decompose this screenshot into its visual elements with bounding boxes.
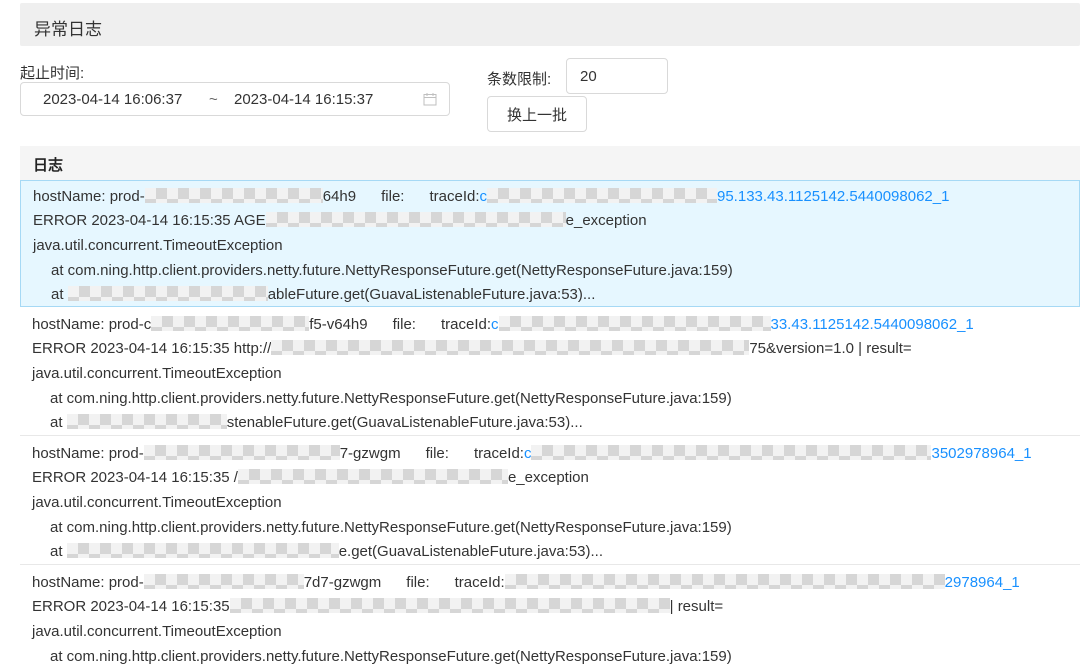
stack-suffix: stenableFuture.get(GuavaListenableFuture…	[226, 414, 583, 431]
redacted-block	[265, 212, 566, 227]
log-section-header: 日志	[20, 146, 1080, 180]
panel-title: 异常日志	[34, 20, 102, 39]
log-exception-line: java.util.concurrent.TimeoutException	[32, 365, 282, 382]
host-suffix: f5-v64h9	[309, 316, 368, 333]
log-entry[interactable]: hostName: prod- 7-gzwgm file: traceId:c 35…	[20, 438, 1080, 565]
log-error-line: ERROR 2023-04-14 16:15:35 http:// 75&vers…	[32, 340, 912, 358]
error-suffix: 75&version=1.0 | result=	[749, 340, 912, 357]
log-exception-line: java.util.concurrent.TimeoutException	[32, 494, 282, 511]
log-stack-line: at com.ning.http.client.providers.netty.…	[50, 648, 732, 665]
redacted-block	[66, 414, 227, 429]
redacted-block	[229, 598, 670, 613]
error-prefix: ERROR 2023-04-14 16:15:35 AGE	[33, 212, 266, 229]
file-label: file:	[425, 445, 449, 462]
redacted-block	[151, 316, 310, 331]
stack-suffix: e.get(GuavaListenableFuture.java:53)...	[338, 543, 604, 560]
file-label: file:	[406, 574, 430, 591]
log-section-title: 日志	[33, 157, 64, 174]
trace-label: traceId:	[440, 316, 491, 333]
log-host-line: hostName: prod- 7-gzwgm file: traceId:c 35…	[32, 445, 1032, 463]
log-stack-line: at ableFuture.get(GuavaListenableFuture.…	[51, 286, 595, 304]
redacted-block	[143, 445, 340, 460]
calendar-icon[interactable]	[423, 92, 437, 106]
host-suffix: 7d7-gzwgm	[303, 574, 382, 591]
trace-id-link[interactable]: c 3502978964_1	[524, 445, 1032, 462]
stack-prefix: at	[50, 414, 63, 431]
host-prefix: hostName: prod-c	[32, 316, 152, 333]
host-suffix: 64h9	[322, 188, 357, 205]
host-suffix: 7-gzwgm	[339, 445, 401, 462]
error-prefix: ERROR 2023-04-14 16:15:35 /	[32, 469, 238, 486]
error-suffix: e_exception	[507, 469, 589, 486]
redacted-block	[66, 543, 339, 558]
redacted-block	[67, 286, 268, 301]
log-stack-line: at com.ning.http.client.providers.netty.…	[50, 390, 732, 407]
file-label: file:	[381, 188, 405, 205]
trace-id-link[interactable]: c 33.43.1125142.5440098062_1	[491, 316, 974, 333]
log-list[interactable]: hostName: prod- 64h9 file: traceId:c 95.13…	[20, 180, 1080, 670]
log-stack-line: at com.ning.http.client.providers.netty.…	[50, 519, 732, 536]
log-error-line: ERROR 2023-04-14 16:15:35 | result=	[32, 598, 723, 616]
log-entry[interactable]: hostName: prod- 64h9 file: traceId:c 95.13…	[20, 180, 1080, 307]
redacted-block	[237, 469, 508, 484]
trace-id-link[interactable]: c 95.133.43.1125142.5440098062_1	[480, 188, 949, 205]
trace-label: traceId:	[454, 574, 505, 591]
date-range-picker[interactable]: 2023-04-14 16:06:37 ~ 2023-04-14 16:15:3…	[20, 82, 450, 116]
log-host-line: hostName: prod- 64h9 file: traceId:c 95.13…	[33, 188, 949, 206]
limit-label: 条数限制:	[487, 71, 552, 88]
log-error-line: ERROR 2023-04-14 16:15:35 / e_exception	[32, 469, 589, 487]
redacted-block	[271, 340, 750, 355]
log-exception-line: java.util.concurrent.TimeoutException	[33, 237, 283, 254]
log-entry[interactable]: hostName: prod-c f5-v64h9 file: traceId:c…	[20, 309, 1080, 436]
error-suffix: | result=	[669, 598, 724, 615]
log-stack-line: at e.get(GuavaListenableFuture.java:53).…	[50, 543, 603, 561]
redacted-block	[143, 574, 304, 589]
panel-header: 异常日志	[20, 3, 1080, 46]
limit-input[interactable]	[566, 58, 668, 94]
trace-label: traceId:	[429, 188, 480, 205]
log-entry[interactable]: hostName: prod- 7d7-gzwgm file: traceId: 2…	[20, 567, 1080, 670]
log-stack-line: at stenableFuture.get(GuavaListenableFut…	[50, 414, 583, 432]
error-prefix: ERROR 2023-04-14 16:15:35 http://	[32, 340, 272, 357]
start-time-value[interactable]: 2023-04-14 16:06:37	[43, 91, 182, 108]
refresh-batch-button[interactable]: 换上一批	[487, 96, 587, 132]
redacted-block	[144, 188, 323, 203]
host-prefix: hostName: prod-	[32, 445, 144, 462]
error-suffix: e_exception	[565, 212, 647, 229]
host-prefix: hostName: prod-	[33, 188, 145, 205]
trace-label: traceId:	[473, 445, 524, 462]
stack-prefix: at	[51, 286, 64, 303]
host-prefix: hostName: prod-	[32, 574, 144, 591]
log-host-line: hostName: prod- 7d7-gzwgm file: traceId: 2…	[32, 574, 1020, 592]
log-host-line: hostName: prod-c f5-v64h9 file: traceId:c…	[32, 316, 974, 334]
trace-id-link[interactable]: 2978964_1	[504, 574, 1020, 591]
stack-prefix: at	[50, 543, 63, 560]
log-exception-line: java.util.concurrent.TimeoutException	[32, 623, 282, 640]
range-separator: ~	[209, 91, 218, 108]
error-prefix: ERROR 2023-04-14 16:15:35	[32, 598, 230, 615]
time-range-label: 起止时间:	[20, 65, 85, 82]
file-label: file:	[392, 316, 416, 333]
log-error-line: ERROR 2023-04-14 16:15:35 AGE e_exception	[33, 212, 647, 230]
log-stack-line: at com.ning.http.client.providers.netty.…	[51, 262, 733, 279]
stack-suffix: ableFuture.get(GuavaListenableFuture.jav…	[267, 286, 596, 303]
end-time-value[interactable]: 2023-04-14 16:15:37	[234, 91, 373, 108]
